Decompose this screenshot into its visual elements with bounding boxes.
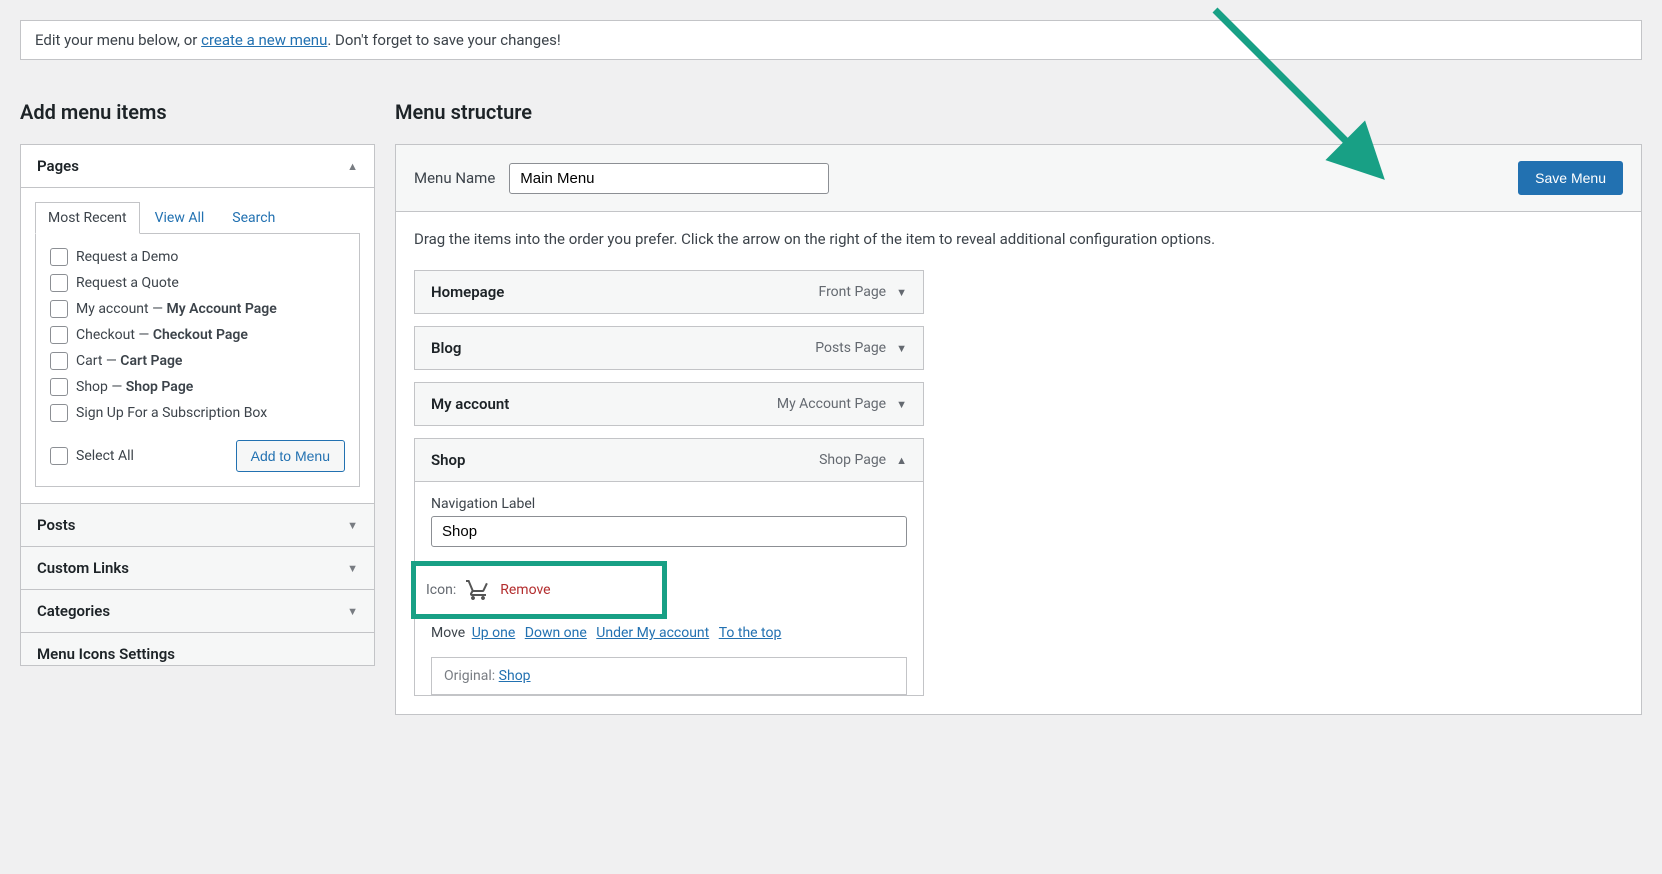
menu-item-label: Shop (431, 451, 465, 469)
page-row[interactable]: Checkout — Checkout Page (50, 326, 345, 344)
move-down-link[interactable]: Down one (525, 625, 587, 641)
menu-structure-heading: Menu structure (395, 100, 1642, 124)
select-all-checkbox[interactable] (50, 447, 68, 465)
menu-item-header[interactable]: Shop Shop Page ▲ (415, 439, 923, 481)
menu-name-input[interactable] (509, 163, 829, 194)
notice-prefix: Edit your menu below, or (35, 31, 201, 49)
menu-item-expanded: Shop Shop Page ▲ Navigation Label Icon: R… (414, 438, 924, 696)
info-notice: Edit your menu below, or create a new me… (20, 20, 1642, 60)
icon-selection-row: Icon: Remove (411, 561, 667, 619)
notice-suffix: . Don't forget to save your changes! (327, 31, 560, 49)
caret-down-icon: ▼ (347, 562, 358, 575)
page-row[interactable]: My account — My Account Page (50, 300, 345, 318)
pages-list: Request a Demo Request a Quote My accoun… (50, 248, 345, 422)
save-menu-button[interactable]: Save Menu (1518, 161, 1623, 195)
caret-down-icon: ▼ (896, 286, 907, 299)
page-checkbox[interactable] (50, 274, 68, 292)
page-checkbox[interactable] (50, 404, 68, 422)
caret-down-icon: ▼ (347, 519, 358, 532)
navigation-label-title: Navigation Label (431, 496, 907, 512)
tab-view-all[interactable]: View All (142, 202, 218, 233)
menu-item-label: Blog (431, 339, 461, 357)
select-all-label: Select All (76, 448, 134, 464)
menu-item-label: My account (431, 395, 509, 413)
menu-name-label: Menu Name (414, 169, 495, 187)
accordion-pages-header[interactable]: Pages ▲ (21, 145, 374, 188)
create-new-menu-link[interactable]: create a new menu (201, 31, 327, 49)
add-menu-items-heading: Add menu items (20, 100, 375, 124)
menu-item-type: Posts Page (815, 340, 886, 356)
menu-hint-text: Drag the items into the order you prefer… (414, 230, 1623, 248)
icon-remove-link[interactable]: Remove (500, 582, 550, 598)
menu-item-type: Front Page (819, 284, 887, 300)
page-checkbox[interactable] (50, 300, 68, 318)
accordion-categories-header[interactable]: Categories ▼ (21, 590, 374, 632)
move-top-link[interactable]: To the top (719, 625, 782, 641)
caret-up-icon: ▲ (347, 160, 358, 173)
accordion-menu-icons-header[interactable]: Menu Icons Settings (21, 633, 374, 665)
page-checkbox[interactable] (50, 248, 68, 266)
pages-tabs: Most Recent View All Search (35, 202, 360, 233)
cart-icon (466, 578, 490, 602)
page-row[interactable]: Cart — Cart Page (50, 352, 345, 370)
page-checkbox[interactable] (50, 378, 68, 396)
page-checkbox[interactable] (50, 352, 68, 370)
tab-most-recent[interactable]: Most Recent (35, 202, 140, 234)
menu-item[interactable]: Homepage Front Page ▼ (414, 270, 924, 314)
page-checkbox[interactable] (50, 326, 68, 344)
add-items-accordion: Pages ▲ Most Recent View All Search Requ… (20, 144, 375, 666)
page-row[interactable]: Request a Demo (50, 248, 345, 266)
menu-item-type: Shop Page (819, 452, 886, 468)
menu-item-type: My Account Page (777, 396, 886, 412)
select-all-row[interactable]: Select All (50, 447, 134, 465)
page-row[interactable]: Shop — Shop Page (50, 378, 345, 396)
menu-items-list: Homepage Front Page ▼ Blog Posts Page ▼ (414, 270, 1623, 696)
move-label: Move (431, 625, 465, 641)
original-link[interactable]: Shop (499, 668, 531, 684)
menu-box: Menu Name Save Menu Drag the items into … (395, 144, 1642, 715)
caret-down-icon: ▼ (896, 342, 907, 355)
original-row: Original: Shop (431, 657, 907, 695)
move-under-link[interactable]: Under My account (596, 625, 709, 641)
add-to-menu-button[interactable]: Add to Menu (236, 440, 345, 472)
navigation-label-input[interactable] (431, 516, 907, 547)
menu-item-label: Homepage (431, 283, 504, 301)
accordion-custom-links-header[interactable]: Custom Links ▼ (21, 547, 374, 589)
tab-search[interactable]: Search (219, 202, 288, 233)
original-label: Original: (444, 668, 499, 684)
menu-top-bar: Menu Name Save Menu (396, 145, 1641, 212)
caret-down-icon: ▼ (896, 398, 907, 411)
accordion-pages-body: Most Recent View All Search Request a De… (21, 188, 374, 503)
icon-label: Icon: (426, 582, 456, 598)
caret-up-icon: ▲ (896, 454, 907, 467)
accordion-posts-header[interactable]: Posts ▼ (21, 504, 374, 546)
move-row: Move Up one Down one Under My account To… (431, 625, 907, 641)
accordion-pages-title: Pages (37, 157, 79, 175)
page-row[interactable]: Sign Up For a Subscription Box (50, 404, 345, 422)
move-up-link[interactable]: Up one (472, 625, 516, 641)
menu-item[interactable]: My account My Account Page ▼ (414, 382, 924, 426)
caret-down-icon: ▼ (347, 605, 358, 618)
menu-item[interactable]: Blog Posts Page ▼ (414, 326, 924, 370)
page-row[interactable]: Request a Quote (50, 274, 345, 292)
